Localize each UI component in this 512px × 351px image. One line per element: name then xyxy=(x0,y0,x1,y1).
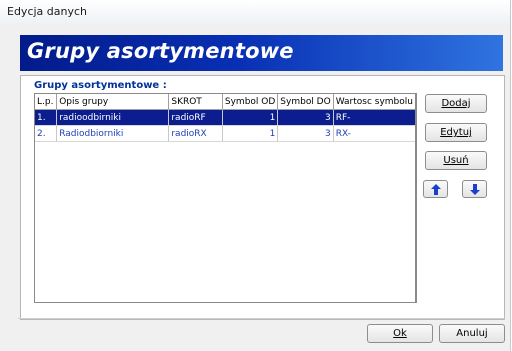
edit-button-label: Edytuj xyxy=(440,127,472,138)
column-header-lp[interactable]: L.p. xyxy=(35,94,58,110)
arrow-up-icon xyxy=(431,184,441,195)
delete-button[interactable]: Usuń xyxy=(425,151,487,170)
table-header-row: L.p. Opis grupy SKROT Symbol OD Symbol D… xyxy=(35,94,416,110)
footer-divider xyxy=(18,318,505,319)
groups-grid[interactable]: L.p. Opis grupy SKROT Symbol OD Symbol D… xyxy=(34,93,417,303)
cell-opis: radioodbirniki xyxy=(56,109,170,126)
cell-lp: 2. xyxy=(35,125,58,142)
cell-symbol-do: 3 xyxy=(277,125,334,142)
table-row[interactable]: 2. Radiodbiorniki radioRX 1 3 RX- xyxy=(35,125,416,142)
ok-button-label: Ok xyxy=(393,328,407,339)
cell-symbol-od: 1 xyxy=(222,109,279,126)
cancel-button[interactable]: Anuluj xyxy=(439,324,505,343)
cell-wartosc: RX- xyxy=(333,125,416,142)
edit-button[interactable]: Edytuj xyxy=(425,123,487,142)
move-down-button[interactable] xyxy=(462,180,487,198)
section-label: Grupy asortymentowe : xyxy=(34,80,167,91)
cell-opis: Radiodbiorniki xyxy=(56,125,170,142)
groups-table: L.p. Opis grupy SKROT Symbol OD Symbol D… xyxy=(35,94,416,142)
cell-skrot: radioRX xyxy=(168,125,223,142)
column-header-wartosc[interactable]: Wartosc symbolu xyxy=(333,94,416,110)
cell-lp: 1. xyxy=(35,109,58,126)
delete-button-label: Usuń xyxy=(443,155,469,166)
window-title: Edycja danych xyxy=(7,5,88,18)
banner-title: Grupy asortymentowe xyxy=(27,39,294,63)
arrow-down-icon xyxy=(470,184,480,195)
dialog-window: Edycja danych Grupy asortymentowe Grupy … xyxy=(0,0,511,351)
column-header-symbol-do[interactable]: Symbol DO xyxy=(277,94,334,110)
cell-wartosc: RF- xyxy=(333,109,416,126)
column-header-opis[interactable]: Opis grupy xyxy=(56,94,170,110)
add-button-label: Dodaj xyxy=(441,98,471,109)
column-header-skrot[interactable]: SKROT xyxy=(168,94,223,110)
grid-right-border xyxy=(415,94,416,302)
cell-symbol-do: 3 xyxy=(277,109,334,126)
cell-skrot: radioRF xyxy=(168,109,223,126)
cancel-button-label: Anuluj xyxy=(456,328,488,339)
cell-symbol-od: 1 xyxy=(222,125,279,142)
title-bar: Edycja danych xyxy=(0,0,510,24)
column-header-symbol-od[interactable]: Symbol OD xyxy=(222,94,279,110)
ok-button[interactable]: Ok xyxy=(367,324,433,343)
add-button[interactable]: Dodaj xyxy=(425,94,487,113)
header-banner: Grupy asortymentowe xyxy=(20,35,503,71)
move-up-button[interactable] xyxy=(423,180,448,198)
table-row[interactable]: 1. radioodbirniki radioRF 1 3 RF- xyxy=(35,109,416,126)
